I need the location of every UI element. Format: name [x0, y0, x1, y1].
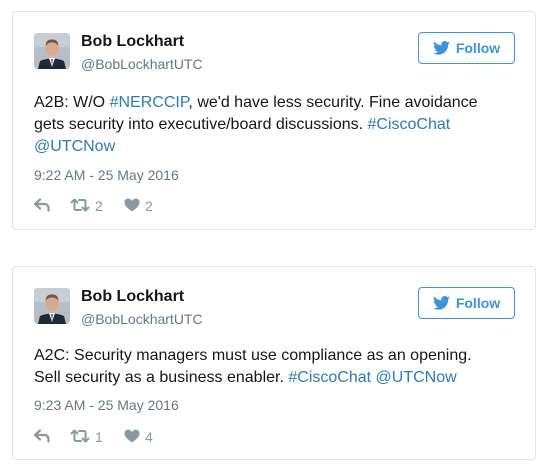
tweet-card: Bob Lockhart @BobLockhartUTC Follow A2C:…	[12, 266, 536, 460]
tweet-timestamp[interactable]: 9:22 AM - 25 May 2016	[34, 167, 179, 183]
hashtag-link[interactable]: #CiscoChat	[288, 369, 371, 386]
tweet-card: Bob Lockhart @BobLockhartUTC Follow A2B:…	[12, 11, 536, 230]
tweet-text-line: @UTCNow	[34, 136, 517, 158]
reply-icon	[33, 428, 50, 446]
retweet-button[interactable]: 1	[70, 429, 124, 446]
twitter-bird-icon	[432, 296, 450, 310]
author-display-name[interactable]: Bob Lockhart	[81, 33, 184, 51]
twitter-bird-icon	[432, 41, 450, 55]
tweet-text: A2B: W/O #NERCCIP, we'd have less securi…	[34, 92, 517, 158]
hashtag-link[interactable]: #CiscoChat	[368, 116, 451, 133]
text-segment: gets security into executive/board discu…	[34, 116, 368, 133]
tweet-text: A2C: Security managers must use complian…	[34, 345, 517, 389]
author-avatar[interactable]	[34, 288, 70, 324]
retweet-button[interactable]: 2	[70, 198, 124, 215]
author-display-name[interactable]: Bob Lockhart	[81, 288, 184, 306]
like-count: 2	[145, 198, 153, 214]
tweet-actions: 2 2	[33, 196, 164, 216]
retweet-icon	[70, 198, 90, 215]
retweet-count: 1	[95, 429, 103, 445]
like-button[interactable]: 4	[124, 429, 164, 446]
like-count: 4	[145, 429, 153, 445]
follow-button[interactable]: Follow	[418, 287, 515, 319]
tweet-text-line: A2C: Security managers must use complian…	[34, 345, 517, 367]
text-segment: A2C: Security managers must use complian…	[34, 347, 472, 364]
author-screen-name[interactable]: @BobLockhartUTC	[81, 311, 203, 327]
follow-button-label: Follow	[455, 40, 501, 56]
retweet-icon	[70, 429, 90, 446]
follow-button[interactable]: Follow	[418, 32, 515, 64]
mention-link[interactable]: @UTCNow	[376, 369, 457, 386]
text-segment: A2B: W/O	[34, 94, 110, 111]
tweet-timestamp[interactable]: 9:23 AM - 25 May 2016	[34, 397, 179, 413]
reply-icon	[33, 197, 50, 215]
follow-button-label: Follow	[455, 295, 501, 311]
heart-icon	[124, 429, 140, 446]
tweet-feed: Bob Lockhart @BobLockhartUTC Follow A2B:…	[0, 0, 550, 471]
mention-link[interactable]: @UTCNow	[34, 138, 115, 155]
tweet-text-line: Sell security as a business enabler. #Ci…	[34, 367, 517, 389]
hashtag-link[interactable]: #NERCCIP	[110, 94, 189, 111]
tweet-actions: 1 4	[33, 427, 164, 447]
tweet-text-line: A2B: W/O #NERCCIP, we'd have less securi…	[34, 92, 517, 114]
heart-icon	[124, 198, 140, 215]
reply-button[interactable]	[33, 428, 70, 446]
text-segment: , we'd have less security. Fine avoidanc…	[188, 94, 478, 111]
like-button[interactable]: 2	[124, 198, 164, 215]
text-segment: Sell security as a business enabler.	[34, 369, 289, 386]
author-screen-name[interactable]: @BobLockhartUTC	[81, 56, 203, 72]
tweet-text-line: gets security into executive/board discu…	[34, 114, 517, 136]
author-avatar[interactable]	[34, 33, 70, 69]
retweet-count: 2	[95, 198, 103, 214]
reply-button[interactable]	[33, 197, 70, 215]
